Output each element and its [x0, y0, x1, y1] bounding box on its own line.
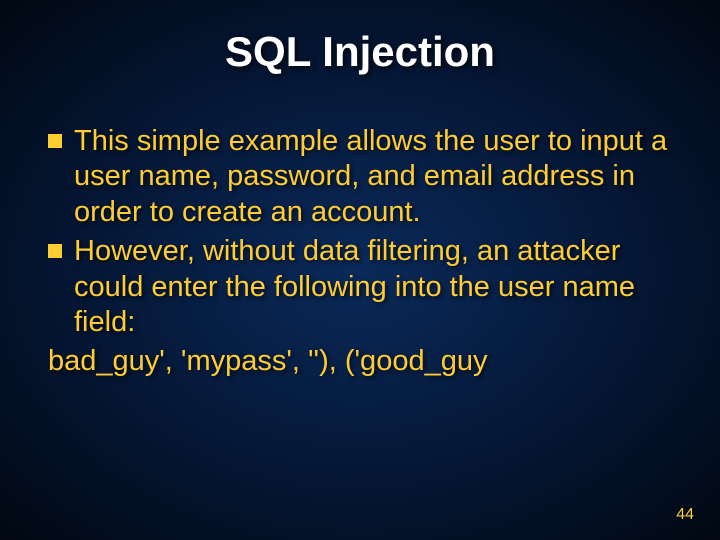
slide-container: SQL Injection This simple example allows…: [0, 0, 720, 540]
page-number: 44: [676, 506, 694, 524]
slide-content: This simple example allows the user to i…: [40, 124, 680, 380]
slide-title: SQL Injection: [40, 28, 680, 76]
bullet-text: This simple example allows the user to i…: [74, 124, 672, 230]
bullet-item: However, without data filtering, an atta…: [48, 234, 672, 340]
bullet-square-icon: [48, 134, 62, 148]
code-example-line: bad_guy', 'mypass', ''), ('good_guy: [48, 344, 672, 379]
bullet-item: This simple example allows the user to i…: [48, 124, 672, 230]
bullet-square-icon: [48, 244, 62, 258]
bullet-text: However, without data filtering, an atta…: [74, 234, 672, 340]
